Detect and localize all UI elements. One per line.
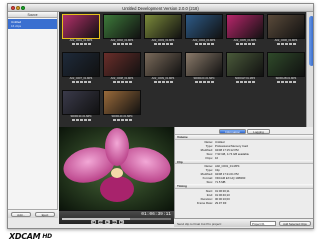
app-window: Untitled Development Version 2.0.0 (218)… [7,3,314,229]
clip-thumbnail-image [62,52,100,77]
clip-thumbnail[interactable]: SD0010C.01.MP4 [185,52,223,88]
scroll-knob[interactable] [308,16,313,66]
playback-button[interactable]: |◀ [91,219,96,224]
clip-thumbnail-image [144,14,182,39]
info-value: 16 [215,155,219,160]
tab-information[interactable]: Information [219,128,247,134]
xdcam-hd-logo: XDCAM HD [9,230,59,242]
clip-thumbnail-image [103,90,141,115]
clip-thumbnail[interactable]: SD0013C.01.MP4 [62,90,100,126]
logo-text: XDCAM [9,231,41,241]
clip-thumbnail-image [185,52,223,77]
project-select[interactable]: Project 01 [250,221,276,226]
clip-thumbnail-image [226,14,264,39]
clip-badges [226,81,264,84]
clip-badges [185,43,223,46]
sidebar-footer: Add... Eject [8,209,58,218]
clip-thumbnail-image [62,90,100,115]
sidebar-header: Source [8,12,57,18]
clip-thumbnail[interactable]: A02_C001_01.MP4 [62,14,100,50]
window-title: Untitled Development Version 2.0.0 (218) [122,6,199,11]
clip-thumbnail[interactable]: A02_C002_01.MP4 [103,14,141,50]
clip-badges [103,81,141,84]
sidebar: Source Untitled 16 clips Add... Eject [8,12,58,218]
clip-browser: A02_C001_01.MP4 A02_C002_01.MP4 A02_C003_0… [59,12,306,127]
orchid-frame-image [59,127,174,210]
clip-badges [103,43,141,46]
clip-badges [62,119,100,122]
add-selected-clips-button[interactable]: Add Selected Clips [279,221,311,226]
title-bar[interactable]: Untitled Development Version 2.0.0 (218) [8,4,313,12]
clip-viewer[interactable] [59,127,174,210]
clip-thumbnail-image [267,52,305,77]
clip-thumbnail[interactable]: SD0014C.01.MP4 [103,90,141,126]
inspector-sections: Volume Name: Untitled Type: Professional Mem… [175,135,313,205]
export-label: Send clip to Final Cut Pro project: [177,221,222,226]
playback-button[interactable]: ◀◀ [98,219,103,224]
add-button[interactable]: Add... [11,212,31,217]
sidebar-item-volume[interactable]: Untitled 16 clips [8,19,57,29]
info-key: Clips: [205,155,213,160]
clip-badges [144,43,182,46]
clip-badges [62,43,100,46]
clip-thumbnail[interactable]: A02_C005_01.MP4 [226,14,264,50]
clip-thumbnail[interactable]: A02_C009_01.MP4 [144,52,182,88]
clip-thumbnail-image [103,14,141,39]
playback-button[interactable]: ▶ [105,219,110,224]
clip-thumbnail[interactable]: SD0011T.01.MP4 [226,52,264,88]
clip-thumbnail-image [185,14,223,39]
timecode-display: 01:06:39:11 [141,212,171,217]
clip-thumbnail[interactable]: A02_C007_01.MP4 [62,52,100,88]
clip-badges [103,119,141,122]
info-row: Clips: 16 [175,155,313,160]
clip-thumbnail[interactable]: A02_C008_01.MP4 [103,52,141,88]
clip-badges [226,43,264,46]
transport-bar: 01:06:39:11 |◀ ◀◀ ▶ ▶▶ ▶| [59,210,174,224]
export-bar: Send clip to Final Cut Pro project: Proj… [174,218,313,227]
clip-thumbnail[interactable]: A02_C003_01.MP4 [144,14,182,50]
playback-button[interactable]: ▶| [119,219,124,224]
clip-thumbnail-image [144,52,182,77]
logo-suffix: HD [42,232,52,240]
vertical-scrollbar[interactable] [306,12,313,127]
info-row: Size: 71.5 MB [175,180,313,184]
info-row: Frame Rate: 29.97 DF [175,200,313,205]
info-value: 29.97 DF [215,200,227,205]
clip-thumbnail-image [103,52,141,77]
clip-badges [267,43,305,46]
playback-button[interactable]: ▶▶ [112,219,117,224]
clip-thumbnail-image [62,14,100,39]
clip-badges [144,81,182,84]
clip-thumbnail-image [267,14,305,39]
clip-thumbnail[interactable]: SD0012B.01.MP4 [267,52,305,88]
eject-button[interactable]: Eject [35,212,55,217]
info-value: 71.5 MB [215,180,226,184]
clip-badges [185,81,223,84]
info-key: Frame Rate: [196,200,213,205]
clip-badges [62,81,100,84]
tab-logging[interactable]: Logging [247,128,270,134]
sidebar-item-count: 16 clips [11,24,22,28]
clip-thumbnail-image [226,52,264,77]
clip-badges [267,81,305,84]
clip-thumbnail[interactable]: A02_C004_01.MP4 [185,14,223,50]
clip-thumbnail[interactable]: A02_C006_01.MP4 [267,14,305,50]
inspector-panel: Information Logging Volume Name: Untitled T… [174,127,313,218]
inspector-tabs: Information Logging [175,127,313,135]
playback-controls: |◀ ◀◀ ▶ ▶▶ ▶| [91,219,124,224]
